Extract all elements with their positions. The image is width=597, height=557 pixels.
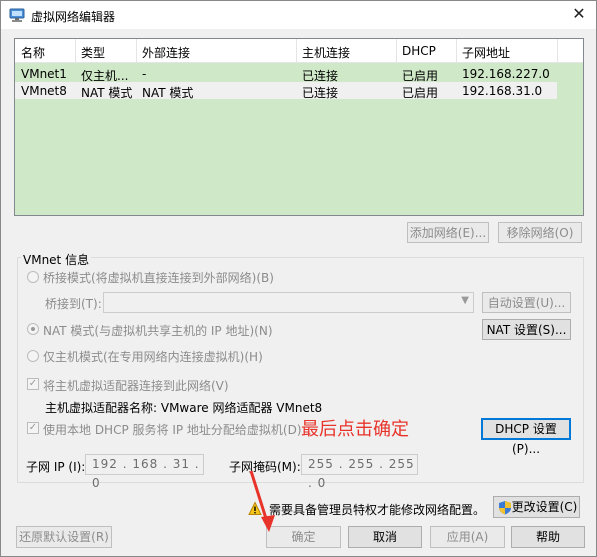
column-header-subnet[interactable]: 子网地址 [462, 44, 510, 61]
nat-mode-label: NAT 模式(与虚拟机共享主机的 IP 地址)(N) [43, 324, 273, 338]
network-editor-icon [9, 8, 25, 22]
use-dhcp-checkbox[interactable]: ✓ [27, 422, 39, 434]
cell-name: VMnet1 [21, 67, 67, 81]
cell-subnet: 192.168.31.0 [462, 84, 543, 98]
close-button[interactable]: ✕ [569, 5, 589, 25]
subnet-mask-input[interactable]: 255 . 255 . 255 . 0 [301, 454, 418, 490]
connect-adapter-label: 将主机虚拟适配器连接到此网络(V) [43, 379, 229, 393]
change-settings-button[interactable]: 更改设置(C) [493, 496, 580, 518]
auto-settings-button[interactable]: 自动设置(U)... [482, 292, 571, 313]
column-header-external[interactable]: 外部连接 [142, 44, 190, 61]
change-settings-label: 更改设置(C) [511, 500, 578, 514]
nat-settings-button[interactable]: NAT 设置(S)... [482, 319, 571, 340]
cell-subnet: 192.168.227.0 [462, 67, 550, 81]
use-dhcp-label: 使用本地 DHCP 服务将 IP 地址分配给虚拟机(D) [43, 423, 302, 437]
host-only-label: 仅主机模式(在专用网络内连接虚拟机)(H) [43, 350, 263, 364]
column-header-host[interactable]: 主机连接 [302, 44, 350, 61]
adapter-name-text: 主机虚拟适配器名称: VMware 网络适配器 VMnet8 [45, 401, 323, 415]
cell-name: VMnet8 [21, 84, 67, 98]
subnet-ip-label: 子网 IP (I): [26, 460, 86, 474]
bridged-to-label: 桥接到(T): [45, 297, 102, 311]
bridged-to-select[interactable]: ▼ [103, 292, 474, 313]
cancel-button[interactable]: 取消 [348, 526, 422, 548]
vmnet-info-label: VMnet 信息 [21, 251, 92, 268]
table-header: 名称 类型 外部连接 主机连接 DHCP 子网地址 [15, 39, 583, 63]
network-table[interactable]: 名称 类型 外部连接 主机连接 DHCP 子网地址 VMnet1 仅主机... … [14, 38, 584, 216]
chevron-down-icon: ▼ [461, 295, 469, 306]
host-only-radio[interactable] [27, 350, 39, 362]
column-header-dhcp[interactable]: DHCP [402, 44, 436, 58]
remove-network-button[interactable]: 移除网络(O) [498, 222, 582, 243]
nat-mode-radio[interactable] [27, 323, 39, 335]
apply-button[interactable]: 应用(A) [430, 526, 505, 548]
column-header-name[interactable]: 名称 [21, 44, 45, 61]
dhcp-settings-button[interactable]: DHCP 设置(P)... [481, 418, 571, 456]
title-bar: 虚拟网络编辑器 ✕ [1, 1, 596, 29]
bridged-mode-label: 桥接模式(将虚拟机直接连接到外部网络)(B) [43, 271, 274, 285]
vmnet-info-group [17, 257, 584, 483]
cell-external: NAT 模式 [142, 86, 194, 100]
restore-defaults-button[interactable]: 还原默认设置(R) [16, 526, 112, 548]
connect-adapter-checkbox[interactable]: ✓ [27, 378, 39, 390]
subnet-mask-label: 子网掩码(M): [229, 460, 301, 474]
cell-external: - [142, 67, 147, 81]
annotation-text: 最后点击确定 [301, 419, 409, 440]
virtual-network-editor-window: 虚拟网络编辑器 ✕ 名称 类型 外部连接 主机连接 DHCP 子网地址 VMne… [0, 0, 597, 557]
shield-icon [499, 501, 511, 515]
ok-button[interactable]: 确定 [266, 526, 341, 548]
table-row[interactable]: VMnet8 NAT 模式 NAT 模式 已连接 已启用 192.168.31.… [15, 82, 557, 100]
cell-host: 已连接 [302, 86, 339, 100]
warning-icon [248, 501, 262, 515]
add-network-button[interactable]: 添加网络(E)... [407, 222, 489, 243]
cell-dhcp: 已启用 [402, 86, 439, 100]
bridged-mode-radio[interactable] [27, 271, 39, 283]
cell-type: NAT 模式 [81, 86, 133, 100]
column-header-type[interactable]: 类型 [81, 44, 105, 61]
table-row[interactable]: VMnet1 仅主机... - 已连接 已启用 192.168.227.0 [15, 65, 557, 83]
admin-notice-text: 需要具备管理员特权才能修改网络配置。 [269, 503, 486, 517]
close-icon: ✕ [572, 4, 586, 23]
window-title: 虚拟网络编辑器 [31, 10, 116, 24]
help-button[interactable]: 帮助 [511, 526, 585, 548]
subnet-ip-input[interactable]: 192 . 168 . 31 . 0 [85, 454, 204, 490]
